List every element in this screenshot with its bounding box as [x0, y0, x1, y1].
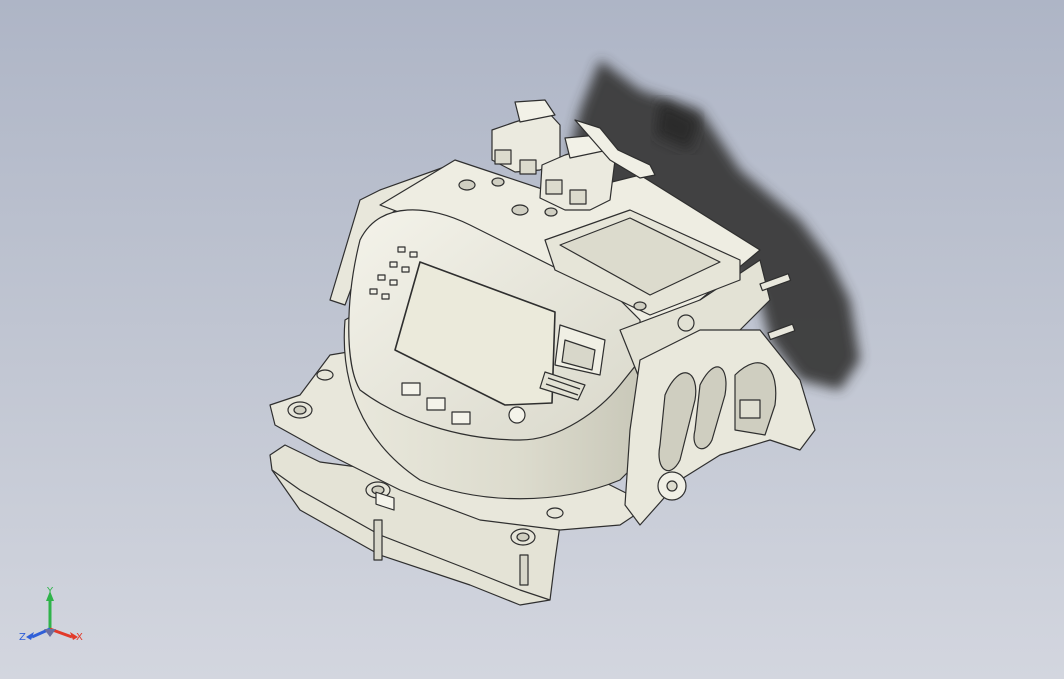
round-knob-button[interactable]: [508, 406, 526, 424]
soft-button-2[interactable]: [401, 382, 421, 396]
x-axis-label: X: [76, 632, 83, 643]
coordinate-triad: Y X Z: [19, 586, 83, 643]
soft-button-4[interactable]: [451, 411, 471, 425]
cad-viewport[interactable]: Y X Z: [0, 0, 1064, 679]
y-axis-label: Y: [46, 586, 54, 597]
soft-button-3[interactable]: [426, 397, 446, 411]
pivot-bolt: [677, 314, 695, 332]
model-view[interactable]: [0, 0, 1064, 679]
z-axis-label: Z: [19, 632, 26, 643]
